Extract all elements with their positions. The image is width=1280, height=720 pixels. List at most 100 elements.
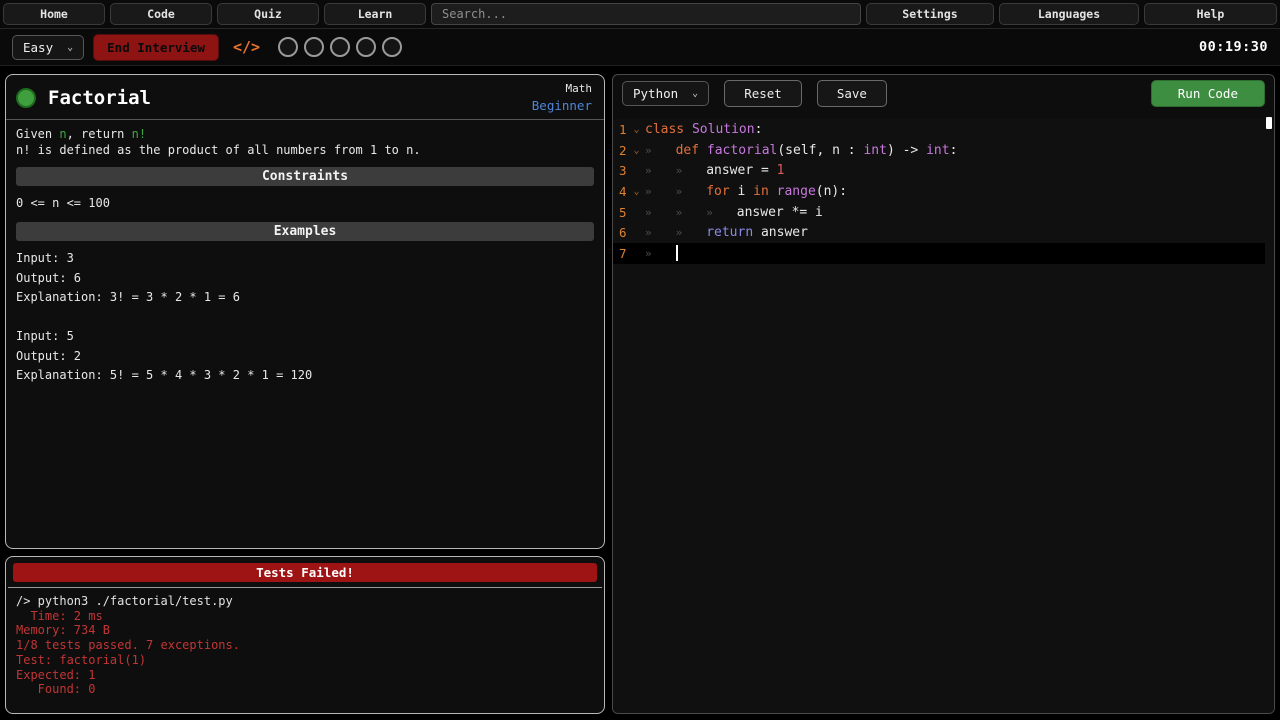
code-line-5[interactable]: 5»»»answer *= i [613, 202, 1265, 223]
problem-status-icon [16, 88, 36, 108]
problem-description: n! is defined as the product of all numb… [16, 143, 594, 159]
indent-guide-icon: » [645, 226, 676, 239]
code-token: : [755, 122, 763, 137]
code-token [699, 143, 707, 158]
indent-guide-icon: » [645, 206, 676, 219]
code-token: in [753, 184, 769, 199]
code-token [769, 184, 777, 199]
indent-guide-icon: » [676, 206, 707, 219]
search-input[interactable] [431, 3, 861, 25]
nav-tab-home[interactable]: Home [3, 3, 105, 25]
fold-icon[interactable]: ⌄ [628, 124, 645, 135]
editor-toolbar: Python ⌄ Reset Save Run Code [613, 75, 1274, 112]
code-token: 1 [777, 163, 785, 178]
nav-tabs-left: HomeCodeQuizLearn [3, 3, 426, 25]
code-token: range [777, 184, 816, 199]
example-line: Input: 5 [16, 327, 594, 347]
intro-text: Given [16, 127, 59, 141]
problem-intro: Given n, return n! [16, 127, 594, 143]
intro-text: , return [67, 127, 132, 141]
line-number: 3 [613, 163, 628, 178]
example-line: Output: 2 [16, 347, 594, 367]
code-token: int [926, 143, 949, 158]
fold-icon[interactable]: ⌄ [628, 145, 645, 156]
indent-guide-icon: » [645, 144, 676, 157]
console-line: Expected: 1 [16, 668, 594, 683]
intro-text: n [59, 127, 66, 141]
nav-tab-code[interactable]: Code [110, 3, 212, 25]
problem-meta: Math Beginner [532, 82, 592, 113]
code-token: class [645, 122, 684, 137]
save-button[interactable]: Save [817, 80, 887, 107]
examples-header: Examples [16, 222, 594, 241]
code-line-6[interactable]: 6»»return answer [613, 222, 1265, 243]
code-token: (self, n : [777, 143, 863, 158]
intro-text: n! [132, 127, 146, 141]
nav-tab-languages[interactable]: Languages [999, 3, 1139, 25]
reset-button[interactable]: Reset [724, 80, 802, 107]
editor-panel: Python ⌄ Reset Save Run Code 1⌄class Sol… [612, 74, 1275, 714]
indent-guide-icon: » [676, 164, 707, 177]
indent-guide-icon: » [676, 185, 707, 198]
indent-guide-icon: » [706, 206, 737, 219]
code-token: i [730, 184, 753, 199]
difficulty-select[interactable]: Easy ⌄ [12, 35, 84, 60]
code-token: : [950, 143, 958, 158]
problem-category: Math [532, 82, 592, 95]
problem-panel: Factorial Math Beginner Given n, return … [5, 74, 605, 549]
console-line: Time: 2 ms [16, 609, 594, 624]
progress-circle-4[interactable] [356, 37, 376, 57]
code-line-7[interactable]: 7» [613, 243, 1265, 264]
nav-tab-help[interactable]: Help [1144, 3, 1277, 25]
console-line: Memory: 734 B [16, 623, 594, 638]
code-line-2[interactable]: 2⌄»def factorial(self, n : int) -> int: [613, 140, 1265, 161]
left-column: Factorial Math Beginner Given n, return … [5, 74, 605, 714]
nav-tab-settings[interactable]: Settings [866, 3, 994, 25]
code-line-3[interactable]: 3»»answer = 1 [613, 160, 1265, 181]
code-token: Solution [692, 122, 755, 137]
progress-circle-2[interactable] [304, 37, 324, 57]
example-line: Output: 6 [16, 269, 594, 289]
console-line: 1/8 tests passed. 7 exceptions. [16, 638, 594, 653]
chevron-down-icon: ⌄ [67, 42, 73, 53]
language-select[interactable]: Python ⌄ [622, 81, 709, 106]
line-number: 5 [613, 205, 628, 220]
indent-guide-icon: » [645, 247, 676, 260]
line-number: 2 [613, 143, 628, 158]
nav-tab-quiz[interactable]: Quiz [217, 3, 319, 25]
text-cursor [676, 245, 678, 261]
problem-title: Factorial [48, 87, 151, 109]
line-number: 6 [613, 225, 628, 240]
editor-scrollbar-thumb[interactable] [1266, 117, 1272, 129]
progress-circle-5[interactable] [382, 37, 402, 57]
problem-difficulty: Beginner [532, 98, 592, 113]
nav-tab-learn[interactable]: Learn [324, 3, 426, 25]
progress-circle-1[interactable] [278, 37, 298, 57]
problem-body: Given n, return n! n! is defined as the … [6, 120, 604, 412]
code-token: answer *= i [737, 205, 823, 220]
tests-banner: Tests Failed! [13, 563, 597, 582]
example-line: Input: 3 [16, 249, 594, 269]
interview-toolbar: Easy ⌄ End Interview </> 00:19:30 [0, 29, 1280, 66]
test-console: /> python3 ./factorial/test.py Time: 2 m… [6, 592, 604, 699]
run-code-button[interactable]: Run Code [1151, 80, 1265, 107]
end-interview-button[interactable]: End Interview [93, 34, 219, 61]
indent-guide-icon: » [676, 226, 707, 239]
fold-icon[interactable]: ⌄ [628, 186, 645, 197]
indent-guide-icon: » [645, 164, 676, 177]
code-icon[interactable]: </> [233, 38, 260, 56]
code-token: (n): [816, 184, 847, 199]
code-line-1[interactable]: 1⌄class Solution: [613, 119, 1265, 140]
example-1: Input: 3Output: 6Explanation: 3! = 3 * 2… [16, 249, 594, 308]
constraints-text: 0 <= n <= 100 [16, 194, 594, 213]
code-token: for [706, 184, 729, 199]
constraints-header: Constraints [16, 167, 594, 186]
progress-circle-3[interactable] [330, 37, 350, 57]
line-number: 4 [613, 184, 628, 199]
tests-panel: Tests Failed! /> python3 ./factorial/tes… [5, 556, 605, 714]
code-line-4[interactable]: 4⌄»»for i in range(n): [613, 181, 1265, 202]
code-lines[interactable]: 1⌄class Solution:2⌄»def factorial(self, … [613, 119, 1274, 713]
progress-circles [278, 37, 402, 57]
example-2: Input: 5Output: 2Explanation: 5! = 5 * 4… [16, 327, 594, 386]
difficulty-value: Easy [23, 40, 53, 55]
